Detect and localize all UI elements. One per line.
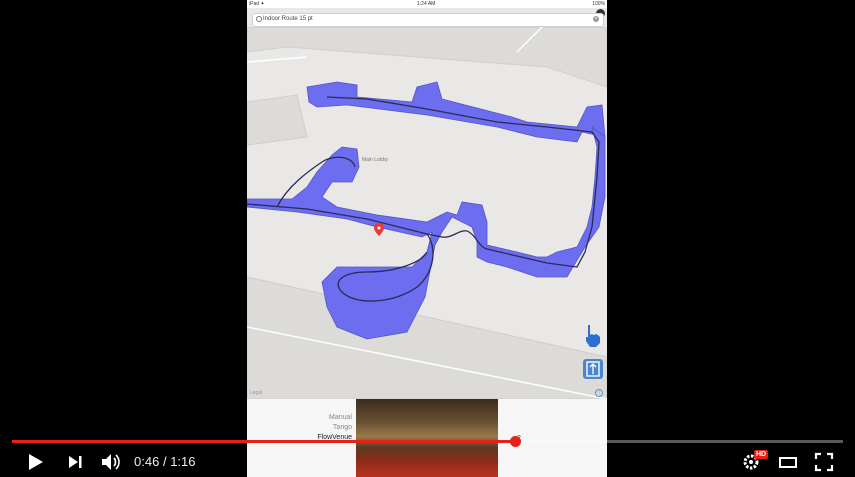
map-search-bar: Indoor Route 15 pt × (252, 13, 604, 27)
status-time: 1:24 AM (417, 1, 436, 7)
info-icon: i (595, 389, 603, 397)
current-time: 0:46 (134, 454, 160, 469)
next-icon[interactable] (64, 451, 86, 473)
tracking-hand-icon (586, 325, 600, 347)
search-query: Indoor Route 15 pt (263, 16, 313, 22)
clear-icon: × (593, 16, 599, 22)
map-legal-text: Legal (250, 390, 263, 396)
progress-played (12, 440, 515, 443)
status-carrier: iPad ✦ (249, 1, 265, 7)
video-frame-tablet: iPad ✦ 1:24 AM 100% Indoor Route 15 pt × (247, 0, 607, 477)
settings-button[interactable]: HD (742, 450, 769, 473)
map-background (247, 27, 607, 399)
volume-icon[interactable] (100, 451, 122, 473)
time-separator: / (162, 454, 167, 469)
search-icon (256, 16, 262, 22)
indoor-map: Main Lobby (247, 27, 607, 399)
time-display: 0:46 / 1:16 (134, 454, 196, 469)
map-poi-label: Main Lobby (362, 157, 388, 163)
progress-bar[interactable] (12, 436, 843, 447)
progress-scrubber[interactable] (509, 436, 521, 447)
legend-item-tango: Tango (332, 424, 352, 431)
duration: 1:16 (170, 454, 196, 469)
hd-badge: HD (754, 450, 769, 459)
tablet-status-bar: iPad ✦ 1:24 AM 100% (247, 0, 607, 8)
floor-switch-icon (583, 359, 603, 379)
video-player[interactable]: iPad ✦ 1:24 AM 100% Indoor Route 15 pt × (0, 0, 855, 477)
legend-item-manual: Manual (329, 414, 352, 421)
play-icon[interactable] (24, 451, 46, 473)
location-pin-icon (374, 223, 384, 236)
player-controls: 0:46 / 1:16 HD (0, 447, 855, 477)
theater-mode-icon[interactable] (777, 451, 799, 473)
status-battery: 100% (592, 1, 605, 7)
fullscreen-icon[interactable] (813, 451, 835, 473)
